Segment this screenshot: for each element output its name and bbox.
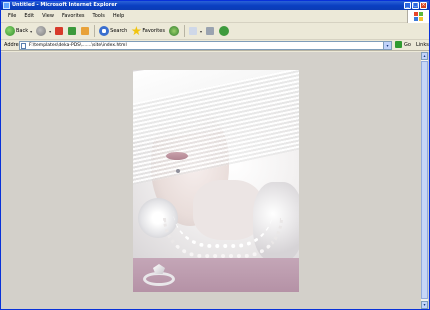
scroll-down-button[interactable]: ▾: [421, 301, 428, 309]
lips-shape: [166, 152, 188, 160]
back-arrow-icon: [5, 26, 15, 36]
ie-icon: [3, 2, 10, 9]
diamond-ring-icon: [141, 264, 181, 288]
menu-bar: File Edit View Favorites Tools Help: [1, 10, 409, 23]
go-label: Go: [404, 41, 411, 48]
menu-file[interactable]: File: [4, 10, 20, 23]
close-button[interactable]: ×: [420, 2, 427, 9]
home-icon: [81, 27, 90, 35]
search-label: Search: [110, 28, 128, 34]
toolbar-separator: [94, 25, 96, 37]
back-label: Back: [16, 28, 29, 34]
menu-tools[interactable]: Tools: [89, 10, 109, 23]
forward-arrow-icon: [36, 26, 47, 36]
forward-button[interactable]: [34, 24, 49, 39]
back-button[interactable]: Back: [3, 24, 30, 39]
vertical-scrollbar[interactable]: ▴ ▾: [420, 52, 428, 309]
messenger-icon: [218, 26, 229, 36]
menu-edit[interactable]: Edit: [20, 10, 38, 23]
windows-flag-icon: [414, 12, 423, 21]
lip-piercing: [176, 169, 180, 173]
mail-icon: [188, 27, 197, 35]
menu-help[interactable]: Help: [109, 10, 128, 23]
refresh-button[interactable]: [66, 24, 79, 39]
window-controls: _ □ ×: [404, 2, 427, 9]
stop-icon: [55, 27, 64, 35]
print-button[interactable]: [204, 24, 217, 39]
print-icon: [205, 27, 214, 35]
scroll-thumb[interactable]: [421, 61, 428, 299]
address-url[interactable]: F:\templates\deka-PDS\.......\site\index…: [29, 42, 127, 50]
go-arrow-icon: [395, 41, 402, 48]
go-button[interactable]: Go: [395, 41, 411, 48]
maximize-button[interactable]: □: [412, 2, 419, 9]
media-button[interactable]: [167, 24, 182, 39]
mail-dropdown-icon[interactable]: ▾: [200, 29, 202, 34]
favorites-button[interactable]: Favorites: [129, 24, 167, 39]
ring-banner: [133, 258, 299, 292]
page-content: [1, 52, 429, 309]
messenger-button[interactable]: [217, 24, 232, 39]
home-button[interactable]: [79, 24, 92, 39]
back-dropdown-icon[interactable]: ▾: [30, 29, 32, 34]
search-icon: [99, 26, 110, 36]
media-icon: [168, 26, 179, 36]
favorites-star-icon: [131, 26, 142, 36]
toolbar-separator: [183, 25, 185, 37]
mail-button[interactable]: [187, 24, 200, 39]
favorites-label: Favorites: [142, 28, 165, 34]
browser-window: Untitled - Microsoft Internet Explorer _…: [0, 0, 430, 310]
ring-gem-shape: [153, 264, 165, 274]
hero-photo: [133, 70, 299, 258]
menu-view[interactable]: View: [38, 10, 58, 23]
scroll-up-button[interactable]: ▴: [421, 52, 428, 60]
standard-toolbar: Back ▾ ▾ Search Favorites ▾: [1, 23, 429, 40]
refresh-icon: [68, 27, 77, 35]
ring-band-shape: [143, 272, 175, 286]
links-button[interactable]: Links: [416, 40, 429, 51]
address-dropdown-button[interactable]: ▾: [383, 42, 391, 49]
forward-dropdown-icon[interactable]: ▾: [49, 29, 51, 34]
address-input[interactable]: F:\templates\deka-PDS\.......\site\index…: [19, 41, 392, 50]
minimize-button[interactable]: _: [404, 2, 411, 9]
search-button[interactable]: Search: [97, 24, 129, 39]
windows-logo-box: [407, 10, 429, 23]
page-icon: [21, 43, 26, 49]
menu-favorites[interactable]: Favorites: [58, 10, 89, 23]
address-bar: Address F:\templates\deka-PDS\.......\si…: [1, 40, 429, 51]
stop-button[interactable]: [53, 24, 66, 39]
